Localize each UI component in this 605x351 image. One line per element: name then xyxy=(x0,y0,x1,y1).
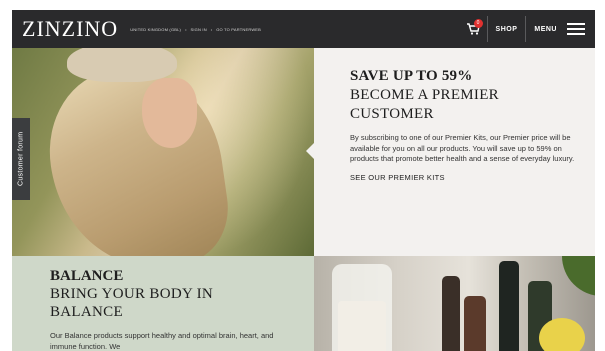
link-separator: • xyxy=(210,26,213,32)
hamburger-icon[interactable] xyxy=(567,23,585,35)
hero-subheadline-line1: BECOME A PREMIER xyxy=(350,87,499,103)
hero-text-panel: SAVE UP TO 59% BECOME A PREMIER CUSTOMER… xyxy=(314,48,595,256)
hero-subheadline-line2: CUSTOMER xyxy=(350,106,434,122)
balance-body-text: Our Balance products support healthy and… xyxy=(50,331,274,351)
balance-subtitle-line1: BRING YOUR BODY IN xyxy=(50,286,214,302)
link-separator: • xyxy=(185,26,187,32)
country-selector-link[interactable]: UNITED KINGDOM (GBL) xyxy=(130,27,181,32)
cart-button[interactable]: 0 xyxy=(459,10,487,48)
sign-in-link[interactable]: SIGN IN xyxy=(191,27,207,32)
hero-headline: SAVE UP TO 59% xyxy=(350,68,473,84)
partnerweb-link[interactable]: GO TO PARTNERWEB xyxy=(216,27,261,32)
hero-body-text: By subscribing to one of our Premier Kit… xyxy=(350,133,575,163)
menu-button[interactable]: MENU xyxy=(526,10,565,48)
balance-section: BALANCE BRING YOUR BODY IN BALANCE Our B… xyxy=(12,256,314,351)
top-navigation-bar: ZINZINO UNITED KINGDOM (GBL) • SIGN IN •… xyxy=(12,10,595,48)
products-image xyxy=(314,256,595,351)
customer-forum-tab[interactable]: Customer forum xyxy=(12,118,30,200)
zinzino-logo[interactable]: ZINZINO xyxy=(22,16,118,42)
hero-image xyxy=(12,48,314,256)
balance-title: BALANCE xyxy=(50,268,124,284)
balance-subtitle-line2: BALANCE xyxy=(50,304,123,320)
top-links: UNITED KINGDOM (GBL) • SIGN IN • GO TO P… xyxy=(130,27,261,32)
header-tools: 0 SHOP MENU xyxy=(459,10,595,48)
cart-count-badge: 0 xyxy=(473,19,483,28)
premier-kits-link[interactable]: SEE OUR PREMIER KITS xyxy=(350,173,577,182)
shop-button[interactable]: SHOP xyxy=(488,10,526,48)
